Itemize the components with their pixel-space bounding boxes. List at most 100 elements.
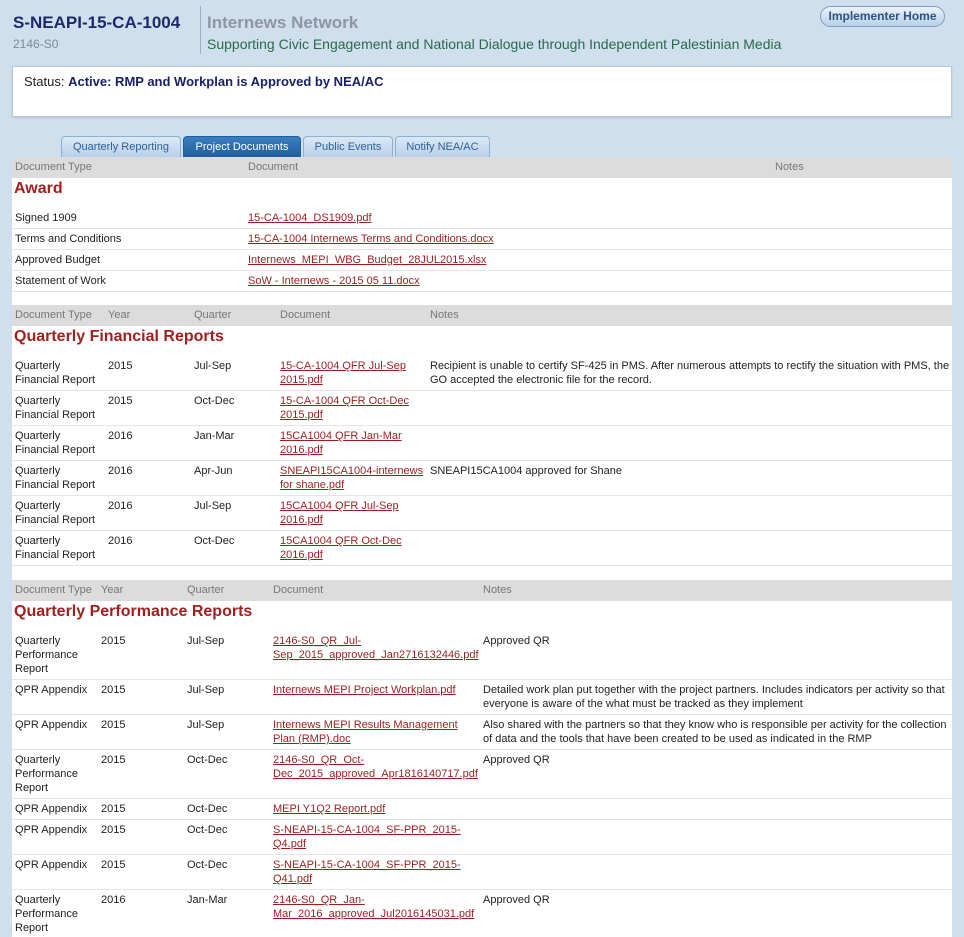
doc-type: Performance (15, 649, 78, 661)
document-link[interactable]: 2146-S0_QR_Oct- (273, 753, 364, 767)
quarter: Oct-Dec (194, 395, 235, 407)
notes: everyone is aware of the what must be tr… (483, 698, 803, 710)
tab-notify-nea-ac[interactable]: Notify NEA/AC (395, 136, 490, 157)
tab-project-documents[interactable]: Project Documents (183, 136, 301, 157)
document-link[interactable]: Plan (RMP).doc (273, 732, 351, 746)
document-link[interactable]: 15CA1004 QFR Jan-Mar (280, 429, 402, 443)
document-link[interactable]: S-NEAPI-15-CA-1004_SF-PPR_2015- (273, 858, 461, 872)
doc-type: Quarterly (15, 430, 61, 442)
table-row: Terms and Conditions 15-CA-1004 Internew… (12, 229, 952, 250)
document-link[interactable]: Internews MEPI Results Management (273, 718, 458, 732)
quarter: Jan-Mar (187, 894, 228, 906)
year: 2015 (101, 754, 126, 766)
table-row: Quarterly Financial Report 2016 Jan-Mar … (12, 426, 952, 461)
document-link[interactable]: MEPI Y1Q2 Report.pdf (273, 802, 385, 816)
tab-public-events[interactable]: Public Events (303, 136, 393, 157)
year: 2015 (101, 803, 126, 815)
quarter: Oct-Dec (187, 824, 228, 836)
document-link[interactable]: 2146-S0_QR_Jan- (273, 893, 365, 907)
quarter: Jan-Mar (194, 430, 235, 442)
quarter: Jul-Sep (187, 684, 225, 696)
year: 2015 (101, 859, 126, 871)
document-link[interactable]: 15-CA-1004 Internews Terms and Condition… (248, 232, 494, 246)
quarter: Jul-Sep (187, 719, 225, 731)
header: S-NEAPI-15-CA-1004 2146-S0 Internews Net… (0, 0, 964, 60)
year: 2015 (101, 635, 126, 647)
document-link[interactable]: Q4.pdf (273, 837, 306, 851)
year: 2016 (108, 430, 133, 442)
document-link[interactable]: 15-CA-1004 QFR Oct-Dec (280, 394, 409, 408)
table-row: QPR Appendix 2015 Oct-Dec MEPI Y1Q2 Repo… (12, 799, 952, 820)
document-link[interactable]: 2016.pdf (280, 443, 323, 457)
table-row: QPR Appendix 2015 Oct-Dec S-NEAPI-15-CA-… (12, 855, 952, 890)
table-row: Quarterly Financial Report 2015 Oct-Dec … (12, 391, 952, 426)
document-link[interactable]: 15-CA-1004 QFR Jul-Sep (280, 359, 406, 373)
doc-type: Quarterly (15, 635, 61, 647)
project-id: S-NEAPI-15-CA-1004 (13, 13, 181, 32)
table-row: Quarterly Financial Report 2016 Oct-Dec … (12, 531, 952, 566)
status-line: Status: Active: RMP and Workplan is Appr… (24, 74, 384, 89)
document-link[interactable]: Dec_2015_approved_Apr1816140717.pdf (273, 767, 478, 781)
org-tagline: Supporting Civic Engagement and National… (207, 36, 782, 52)
status-panel: Status: Active: RMP and Workplan is Appr… (12, 66, 952, 117)
quarter: Oct-Dec (194, 535, 235, 547)
implementer-home-button[interactable]: Implementer Home (820, 6, 945, 27)
section-title-qfr: Quarterly Financial Reports (14, 328, 224, 345)
year: 2015 (101, 719, 126, 731)
document-link[interactable]: 2146-S0_QR_Jul- (273, 634, 361, 648)
notes: Recipient is unable to certify SF-425 in… (430, 360, 950, 372)
doc-type: Signed 1909 (15, 212, 77, 224)
doc-type: QPR Appendix (15, 824, 88, 836)
doc-type: Financial Report (15, 549, 96, 561)
document-link[interactable]: Sep_2015_approved_Jan2716132446.pdf (273, 648, 479, 662)
document-link[interactable]: 2015.pdf (280, 408, 323, 422)
document-link[interactable]: 2016.pdf (280, 513, 323, 527)
col-quarter: Quarter (187, 584, 225, 596)
award-header-row: Document Type Document Notes (12, 157, 952, 178)
notes: GO accepted the electronic file for the … (430, 374, 652, 386)
doc-type: Financial Report (15, 409, 96, 421)
document-link[interactable]: SNEAPI15CA1004-internews (280, 464, 423, 478)
status-label: Status: (24, 74, 65, 89)
year: 2016 (108, 535, 133, 547)
document-link[interactable]: 15-CA-1004_DS1909.pdf (248, 211, 372, 225)
document-link[interactable]: Internews MEPI Project Workplan.pdf (273, 683, 456, 697)
notes: Approved QR (483, 754, 550, 766)
quarter: Apr-Jun (194, 465, 233, 477)
document-link[interactable]: 2015.pdf (280, 373, 323, 387)
year: 2016 (108, 465, 133, 477)
document-link[interactable]: Internews_MEPI_WBG_Budget_28JUL2015.xlsx (248, 253, 486, 267)
qpr-header-row: Document Type Year Quarter Document Note… (12, 580, 952, 601)
col-document-type: Document Type (15, 161, 92, 173)
document-link[interactable]: SoW - Internews - 2015 05 11.docx (248, 274, 420, 288)
table-row: Approved Budget Internews_MEPI_WBG_Budge… (12, 250, 952, 271)
table-row: Quarterly Financial Report 2015 Jul-Sep … (12, 356, 952, 391)
doc-type: Statement of Work (15, 275, 106, 287)
notes: Approved QR (483, 635, 550, 647)
project-sub-id: 2146-S0 (13, 37, 59, 51)
doc-type: QPR Appendix (15, 859, 88, 871)
document-link[interactable]: Q41.pdf (273, 872, 312, 886)
document-link[interactable]: S-NEAPI-15-CA-1004_SF-PPR_2015- (273, 823, 461, 837)
doc-type: Report (15, 663, 49, 675)
doc-type: Financial Report (15, 514, 96, 526)
doc-type: Performance (15, 908, 78, 920)
doc-type: Financial Report (15, 374, 96, 386)
table-row: Quarterly Financial Report 2016 Jul-Sep … (12, 496, 952, 531)
document-link[interactable]: for shane.pdf (280, 478, 344, 492)
col-document: Document (273, 584, 324, 596)
document-link[interactable]: 2016.pdf (280, 548, 323, 562)
year: 2015 (101, 824, 126, 836)
section-title-qpr: Quarterly Performance Reports (14, 603, 253, 620)
document-link[interactable]: 15CA1004 QFR Jul-Sep (280, 499, 399, 513)
documents-panel: Document Type Document Notes Award Signe… (12, 157, 952, 937)
doc-type: Report (15, 782, 49, 794)
table-row: Quarterly Financial Report 2016 Apr-Jun … (12, 461, 952, 496)
quarter: Oct-Dec (187, 803, 228, 815)
col-document: Document (280, 309, 331, 321)
year: 2015 (108, 395, 133, 407)
tab-quarterly-reporting[interactable]: Quarterly Reporting (61, 136, 181, 157)
document-link[interactable]: 15CA1004 QFR Oct-Dec (280, 534, 402, 548)
document-link[interactable]: Mar_2016_approved_Jul2016145031.pdf (273, 907, 474, 921)
col-year: Year (108, 309, 131, 321)
